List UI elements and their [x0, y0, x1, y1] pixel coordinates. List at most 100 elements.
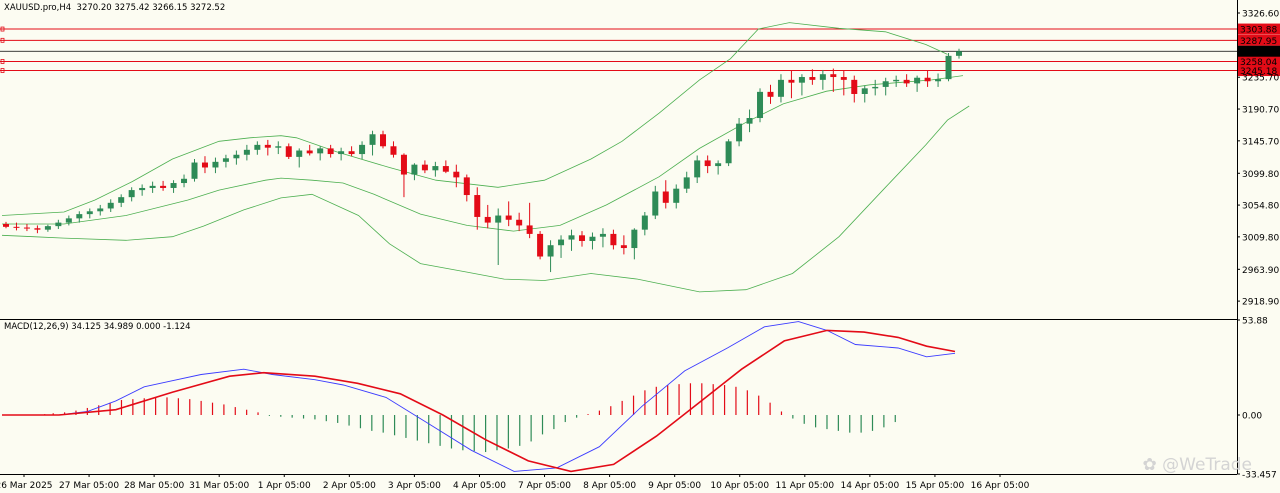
candle-body — [568, 235, 575, 240]
candle-body — [76, 214, 83, 219]
price-tick-label: 3099.80 — [1242, 170, 1279, 180]
candle-body — [495, 215, 502, 223]
candle-body — [694, 160, 701, 178]
level-price-label: 3303.88 — [1240, 26, 1277, 36]
candle-body — [296, 150, 303, 157]
candle-body — [275, 146, 282, 148]
time-tick-label: 27 Mar 05:00 — [59, 481, 119, 491]
candle-body — [914, 77, 921, 84]
time-tick-label: 11 Apr 05:00 — [775, 481, 834, 491]
candle-body — [338, 151, 345, 155]
candle-body — [432, 166, 439, 171]
candle-body — [327, 148, 334, 155]
candle-body — [474, 195, 481, 217]
time-tick-label: 26 Mar 2025 — [0, 481, 53, 491]
candle-body — [442, 166, 449, 172]
candle-body — [359, 144, 366, 155]
candle-body — [641, 215, 648, 230]
candle-body — [851, 79, 858, 94]
candle-body — [400, 154, 407, 175]
chart-canvas[interactable]: 3303.883287.953258.043245.183272.52 3326… — [0, 0, 1280, 493]
price-tick-label: 3235.70 — [1242, 74, 1279, 84]
candle-body — [872, 86, 879, 89]
candle-body — [160, 185, 167, 188]
candle-body — [317, 148, 324, 154]
candle-body — [264, 144, 271, 148]
macd-tick-label: 53.88 — [1242, 317, 1268, 327]
wetrade-logo-icon: ✿ — [1142, 455, 1157, 475]
candle-body — [97, 208, 104, 212]
candle-body — [23, 227, 30, 229]
candle-body — [86, 211, 93, 215]
candle-body — [715, 163, 722, 167]
candle-body — [243, 149, 250, 155]
candle-body — [935, 79, 942, 82]
candle-body — [516, 219, 523, 226]
price-tick-label: 2918.90 — [1242, 298, 1279, 308]
time-tick-label: 3 Apr 05:00 — [388, 481, 441, 491]
candle-body — [746, 118, 753, 124]
candle-body — [893, 79, 900, 82]
candle-body — [620, 245, 627, 249]
candle-body — [861, 88, 868, 94]
chart-background — [0, 0, 1280, 493]
candle-body — [181, 178, 188, 184]
candle-body — [65, 218, 72, 223]
time-tick-label: 28 Mar 05:00 — [124, 481, 184, 491]
candle-body — [369, 134, 376, 145]
candle-body — [788, 79, 795, 83]
candle-body — [484, 216, 491, 223]
candle-body — [306, 150, 313, 154]
ohlc-values: 3270.20 3275.42 3266.15 3272.52 — [76, 3, 226, 13]
candle-body — [3, 224, 9, 227]
candle-body — [128, 190, 135, 198]
candle-body — [170, 183, 177, 188]
candle-body — [453, 171, 460, 178]
time-tick-label: 14 Apr 05:00 — [841, 481, 900, 491]
time-tick-label: 7 Apr 05:00 — [518, 481, 571, 491]
candle-body — [924, 77, 931, 82]
candle-body — [819, 74, 826, 80]
candle-body — [390, 146, 397, 155]
price-tick-label: 2963.90 — [1242, 266, 1279, 276]
time-tick-label: 2 Apr 05:00 — [323, 481, 376, 491]
candle-body — [254, 144, 261, 150]
candle-body — [610, 233, 617, 246]
time-tick-label: 1 Apr 05:00 — [258, 481, 311, 491]
candle-body — [631, 229, 638, 249]
candle-body — [956, 51, 962, 56]
candle-body — [212, 161, 219, 168]
candle-body — [13, 226, 20, 228]
time-tick-label: 4 Apr 05:00 — [453, 481, 506, 491]
time-tick-label: 10 Apr 05:00 — [710, 481, 769, 491]
candle-body — [652, 191, 659, 216]
candle-body — [139, 187, 146, 191]
candle-body — [704, 160, 711, 167]
candle-body — [578, 235, 585, 241]
candle-body — [107, 202, 114, 209]
macd-info: MACD(12,26,9) 34.125 34.989 0.000 -1.124 — [4, 322, 191, 332]
candle-body — [673, 188, 680, 203]
price-tick-label: 3326.60 — [1242, 10, 1279, 20]
time-tick-label: 8 Apr 05:00 — [583, 481, 636, 491]
candle-body — [683, 177, 690, 189]
candle-body — [882, 81, 889, 87]
candle-body — [222, 158, 229, 162]
price-tick-label: 3190.70 — [1242, 106, 1279, 116]
candle-body — [44, 226, 51, 230]
candle-body — [840, 77, 847, 80]
candle-body — [599, 233, 606, 237]
macd-tick-label: 0.00 — [1242, 412, 1262, 422]
candle-body — [421, 164, 428, 171]
current-price-label: 3272.52 — [1240, 48, 1277, 58]
watermark-text: @WeTrade — [1162, 455, 1252, 475]
candle-body — [589, 236, 596, 241]
candle-body — [191, 162, 198, 179]
candle-body — [149, 185, 156, 188]
candle-body — [662, 191, 669, 203]
price-tick-label: 3054.80 — [1242, 202, 1279, 212]
candle-body — [798, 77, 805, 83]
candle-body — [830, 74, 837, 78]
candle-body — [777, 79, 784, 97]
candle-body — [757, 91, 764, 119]
